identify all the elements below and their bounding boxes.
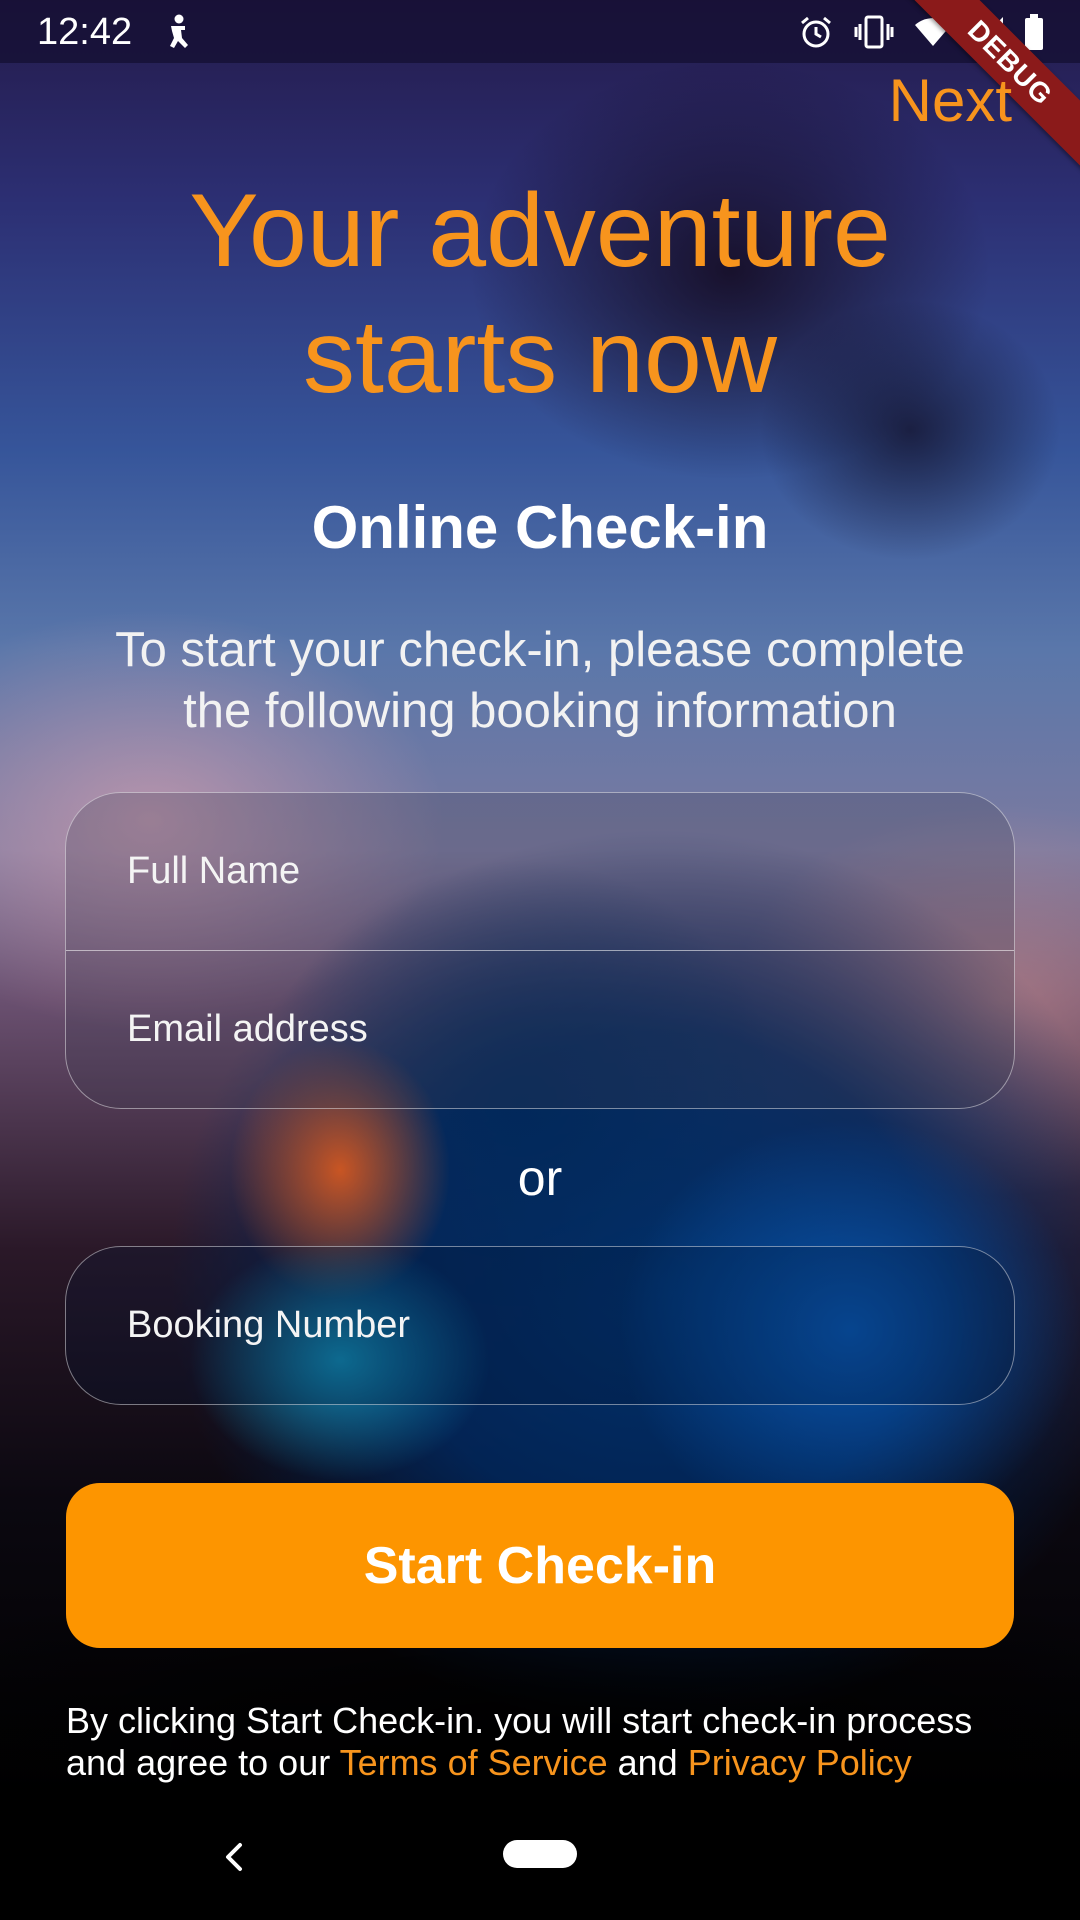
or-separator: or [517,1150,563,1206]
subtitle-line-2: the following booking information [183,684,897,738]
section-title: Online Check-in [311,494,769,561]
start-check-in-button[interactable]: Start Check-in [66,1483,1014,1648]
hero-title-line-1: Your adventure [189,173,891,289]
section-subtitle: To start your check-in, please complete … [40,620,1040,742]
privacy-policy-link[interactable]: Privacy Policy [688,1742,912,1783]
accessibility-icon [162,14,194,50]
email-row [66,950,1014,1107]
full-name-input[interactable] [66,793,1014,950]
legal-text: By clicking Start Check-in. you will sta… [66,1700,1046,1784]
hero-title-line-2: starts now [303,299,777,415]
vibrate-icon [854,15,894,49]
navigation-bar [0,1795,1080,1920]
legal-and: and [607,1742,688,1783]
name-email-group [65,792,1015,1109]
back-chevron-icon[interactable] [218,1837,248,1877]
hero-title: Your adventure starts now [0,168,1080,420]
full-name-row [66,793,1014,950]
booking-number-group [65,1246,1015,1405]
next-button[interactable]: Next [889,66,1012,136]
legal-line-2: and agree to our Terms of Service and Pr… [66,1742,1046,1784]
legal-prefix: and agree to our [66,1742,340,1783]
booking-number-input[interactable] [66,1247,1014,1404]
battery-icon [1024,14,1044,50]
subtitle-line-1: To start your check-in, please complete [115,623,965,677]
email-input[interactable] [66,951,1014,1107]
status-time: 12:42 [37,11,133,53]
home-pill-icon[interactable] [503,1840,577,1868]
check-in-screen: 12:42 DEBUG Next Your adventure starts n… [0,0,1080,1920]
terms-of-service-link[interactable]: Terms of Service [340,1742,608,1783]
alarm-icon [798,14,834,50]
legal-line-1: By clicking Start Check-in. you will sta… [66,1700,973,1741]
status-bar: 12:42 [0,0,1080,63]
